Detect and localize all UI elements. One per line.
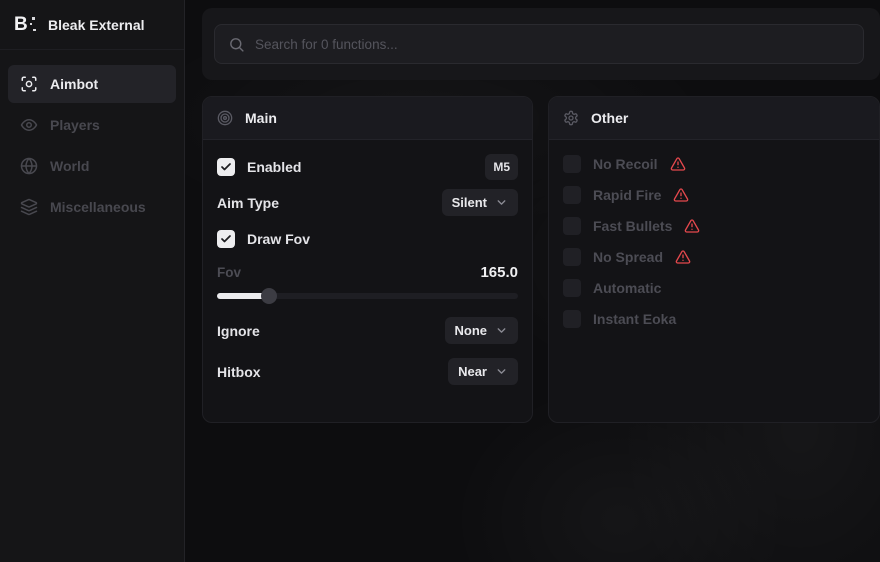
chevron-down-icon: [495, 324, 508, 337]
instant-eoka-checkbox[interactable]: [563, 310, 581, 328]
rapid-fire-label: Rapid Fire: [593, 187, 661, 203]
layers-icon: [20, 198, 38, 216]
ignore-dropdown[interactable]: None: [445, 317, 519, 344]
fov-row: Fov 165.0: [217, 261, 518, 283]
panel-main: Main Enabled M5 Aim Type Silent: [202, 96, 533, 423]
sidebar: B Bleak External Aimbot Players World Mi…: [0, 0, 185, 562]
warning-icon: [684, 218, 700, 234]
other-item-no-recoil: No Recoil: [563, 153, 865, 175]
hitbox-dropdown[interactable]: Near: [448, 358, 518, 385]
chevron-down-icon: [495, 196, 508, 209]
main-content: Main Enabled M5 Aim Type Silent: [186, 0, 880, 562]
draw-fov-checkbox[interactable]: [217, 230, 235, 248]
automatic-label: Automatic: [593, 280, 661, 296]
sidebar-item-label: Players: [50, 117, 100, 133]
eye-icon: [20, 116, 38, 134]
other-item-automatic: Automatic: [563, 277, 865, 299]
globe-icon: [20, 157, 38, 175]
panel-other: Other No Recoil Rapid Fire: [548, 96, 880, 423]
fov-slider-thumb[interactable]: [261, 288, 277, 304]
sidebar-item-aimbot[interactable]: Aimbot: [8, 65, 176, 103]
ignore-row: Ignore None: [217, 317, 518, 344]
crosshair-scan-icon: [20, 75, 38, 93]
enabled-keybind-button[interactable]: M5: [485, 154, 518, 180]
ignore-label: Ignore: [217, 323, 260, 339]
sidebar-item-miscellaneous[interactable]: Miscellaneous: [8, 188, 176, 226]
no-spread-label: No Spread: [593, 249, 663, 265]
sidebar-item-label: Miscellaneous: [50, 199, 146, 215]
hitbox-value: Near: [458, 364, 487, 379]
sidebar-nav: Aimbot Players World Miscellaneous: [0, 50, 184, 241]
fov-value: 165.0: [480, 264, 518, 281]
app-header: B Bleak External: [0, 0, 184, 50]
fov-label: Fov: [217, 265, 241, 280]
rapid-fire-checkbox[interactable]: [563, 186, 581, 204]
other-item-fast-bullets: Fast Bullets: [563, 215, 865, 237]
fov-slider[interactable]: [217, 288, 518, 304]
fast-bullets-label: Fast Bullets: [593, 218, 672, 234]
panel-title: Main: [245, 110, 277, 126]
chevron-down-icon: [495, 365, 508, 378]
warning-icon: [670, 156, 686, 172]
sidebar-item-world[interactable]: World: [8, 147, 176, 185]
no-recoil-checkbox[interactable]: [563, 155, 581, 173]
hitbox-label: Hitbox: [217, 364, 261, 380]
panel-other-header: Other: [549, 97, 879, 140]
sidebar-item-label: Aimbot: [50, 76, 98, 92]
other-item-rapid-fire: Rapid Fire: [563, 184, 865, 206]
aim-type-label: Aim Type: [217, 195, 279, 211]
aim-type-value: Silent: [452, 195, 487, 210]
search-card: [202, 8, 880, 80]
target-icon: [217, 110, 233, 126]
gear-icon: [563, 110, 579, 126]
enabled-checkbox[interactable]: [217, 158, 235, 176]
sidebar-item-players[interactable]: Players: [8, 106, 176, 144]
draw-fov-label: Draw Fov: [247, 231, 310, 247]
aim-type-dropdown[interactable]: Silent: [442, 189, 518, 216]
ignore-value: None: [455, 323, 488, 338]
automatic-checkbox[interactable]: [563, 279, 581, 297]
search-box[interactable]: [214, 24, 864, 64]
draw-fov-row: Draw Fov: [217, 225, 518, 252]
no-recoil-label: No Recoil: [593, 156, 658, 172]
no-spread-checkbox[interactable]: [563, 248, 581, 266]
sidebar-item-label: World: [50, 158, 89, 174]
instant-eoka-label: Instant Eoka: [593, 311, 676, 327]
warning-icon: [673, 187, 689, 203]
fast-bullets-checkbox[interactable]: [563, 217, 581, 235]
search-icon: [228, 36, 245, 53]
other-item-no-spread: No Spread: [563, 246, 865, 268]
enabled-row: Enabled M5: [217, 153, 518, 180]
check-icon: [220, 233, 232, 245]
hitbox-row: Hitbox Near: [217, 358, 518, 385]
search-input[interactable]: [255, 37, 850, 52]
warning-icon: [675, 249, 691, 265]
enabled-label: Enabled: [247, 159, 301, 175]
other-item-instant-eoka: Instant Eoka: [563, 308, 865, 330]
panel-title: Other: [591, 110, 628, 126]
aim-type-row: Aim Type Silent: [217, 189, 518, 216]
panels-row: Main Enabled M5 Aim Type Silent: [202, 96, 880, 423]
panel-main-header: Main: [203, 97, 532, 140]
app-logo-icon: B: [14, 14, 36, 36]
check-icon: [220, 161, 232, 173]
app-title: Bleak External: [48, 17, 145, 33]
